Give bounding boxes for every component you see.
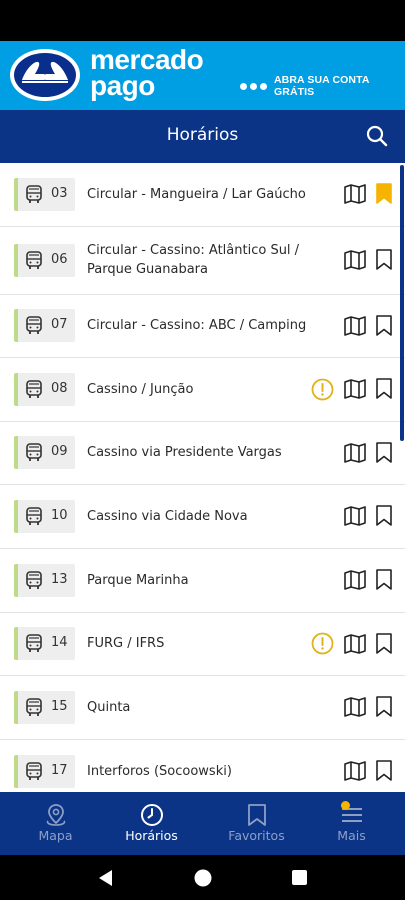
bookmark-filled-icon[interactable] xyxy=(375,183,393,205)
route-number-chip: 14 xyxy=(14,627,75,660)
system-nav-bar xyxy=(0,855,405,900)
map-icon[interactable] xyxy=(344,315,366,337)
route-name: Cassino / Junção xyxy=(87,382,194,397)
bus-icon xyxy=(26,380,42,398)
route-number-chip: 03 xyxy=(14,178,75,211)
bus-icon xyxy=(26,316,42,334)
route-list[interactable]: 03 Circular - Mangueira / Lar Gaúcho 06 Cir… xyxy=(0,163,405,792)
bookmark-icon[interactable] xyxy=(375,505,393,527)
route-number-chip: 07 xyxy=(14,309,75,342)
notification-badge xyxy=(341,801,350,810)
search-icon[interactable] xyxy=(365,124,389,148)
route-name: Cassino via Presidente Vargas xyxy=(87,445,282,460)
route-name: Cassino via Cidade Nova xyxy=(87,509,248,524)
route-row[interactable]: 10 Cassino via Cidade Nova xyxy=(0,485,405,549)
bookmark-icon[interactable] xyxy=(375,633,393,655)
bus-icon xyxy=(26,507,42,525)
route-number: 07 xyxy=(51,317,68,332)
bus-icon xyxy=(26,571,42,589)
ad-brand-text: mercado pago xyxy=(90,44,204,101)
alert-icon[interactable] xyxy=(311,378,334,401)
nav-label-mapa: Mapa xyxy=(38,828,73,843)
route-number: 08 xyxy=(51,381,68,396)
route-name: Quinta xyxy=(87,700,131,715)
route-number: 17 xyxy=(51,763,68,778)
map-icon[interactable] xyxy=(344,569,366,591)
map-icon[interactable] xyxy=(344,505,366,527)
status-bar xyxy=(0,0,405,41)
route-number: 06 xyxy=(51,252,68,267)
route-row[interactable]: 07 Circular - Cassino: ABC / Camping xyxy=(0,295,405,358)
route-number-chip: 08 xyxy=(14,373,75,406)
bus-icon xyxy=(26,251,42,269)
bus-icon xyxy=(26,185,42,203)
bookmark-icon[interactable] xyxy=(375,249,393,271)
route-number: 14 xyxy=(51,635,68,650)
nav-item-favoritos[interactable]: Favoritos xyxy=(206,792,307,855)
map-icon[interactable] xyxy=(344,183,366,205)
bookmark-icon[interactable] xyxy=(375,315,393,337)
bookmark-icon[interactable] xyxy=(375,569,393,591)
route-row[interactable]: 06 Circular - Cassino: Atlântico Sul / Pa… xyxy=(0,227,405,295)
clock-icon xyxy=(140,804,163,826)
app-header: Horários xyxy=(0,110,405,163)
map-icon[interactable] xyxy=(344,442,366,464)
route-number: 13 xyxy=(51,572,68,587)
map-icon[interactable] xyxy=(344,249,366,271)
route-number: 10 xyxy=(51,508,68,523)
ad-cta-text: ABRA SUA CONTA GRÁTIS xyxy=(274,74,370,98)
nav-item-mapa[interactable]: Mapa xyxy=(5,792,106,855)
route-number-chip: 09 xyxy=(14,436,75,469)
bookmark-icon[interactable] xyxy=(375,760,393,782)
bookmark-icon[interactable] xyxy=(375,696,393,718)
route-number-chip: 13 xyxy=(14,564,75,597)
route-name: Parque Marinha xyxy=(87,573,189,588)
route-row[interactable]: 09 Cassino via Presidente Vargas xyxy=(0,422,405,485)
nav-label-mais: Mais xyxy=(337,828,366,843)
alert-icon[interactable] xyxy=(311,632,334,655)
route-row[interactable]: 14 FURG / IFRS xyxy=(0,613,405,676)
bus-icon xyxy=(26,698,42,716)
route-row[interactable]: 13 Parque Marinha xyxy=(0,549,405,613)
page-title: Horários xyxy=(166,125,239,145)
bus-icon xyxy=(26,443,42,461)
bus-icon xyxy=(26,634,42,652)
bookmark-icon[interactable] xyxy=(375,378,393,400)
route-name: FURG / IFRS xyxy=(87,636,165,651)
recents-icon[interactable] xyxy=(291,869,308,886)
scrollbar[interactable] xyxy=(400,165,404,441)
mercado-pago-logo-icon xyxy=(10,49,80,101)
route-number: 03 xyxy=(51,186,68,201)
nav-item-mais[interactable]: Mais xyxy=(301,792,402,855)
route-name: Interforos (Socoowski) xyxy=(87,764,232,779)
route-number: 15 xyxy=(51,699,68,714)
bus-icon xyxy=(26,762,42,780)
route-number-chip: 06 xyxy=(14,244,75,277)
ad-dots xyxy=(240,75,270,94)
bookmark-icon xyxy=(247,804,266,826)
route-name: Circular - Cassino: ABC / Camping xyxy=(87,318,307,333)
map-icon[interactable] xyxy=(344,378,366,400)
route-row[interactable]: 03 Circular - Mangueira / Lar Gaúcho xyxy=(0,163,405,227)
map-icon[interactable] xyxy=(344,633,366,655)
route-name: Circular - Mangueira / Lar Gaúcho xyxy=(87,187,306,202)
nav-item-horarios[interactable]: Horários xyxy=(101,792,202,855)
route-number-chip: 17 xyxy=(14,755,75,788)
route-number-chip: 10 xyxy=(14,500,75,533)
bookmark-icon[interactable] xyxy=(375,442,393,464)
map-icon[interactable] xyxy=(344,760,366,782)
nav-label-horarios: Horários xyxy=(125,828,178,843)
map-pin-icon xyxy=(46,804,65,826)
route-row[interactable]: 17 Interforos (Socoowski) xyxy=(0,740,405,792)
nav-label-favoritos: Favoritos xyxy=(228,828,285,843)
ad-banner[interactable]: mercado pago ABRA SUA CONTA GRÁTIS xyxy=(0,41,405,110)
route-row[interactable]: 15 Quinta xyxy=(0,676,405,740)
map-icon[interactable] xyxy=(344,696,366,718)
route-number: 09 xyxy=(51,444,68,459)
route-name: Circular - Cassino: Atlântico Sul / Parq… xyxy=(87,243,300,277)
route-number-chip: 15 xyxy=(14,691,75,724)
back-icon[interactable] xyxy=(96,868,114,888)
route-row[interactable]: 08 Cassino / Junção xyxy=(0,358,405,422)
home-icon[interactable] xyxy=(193,868,213,888)
